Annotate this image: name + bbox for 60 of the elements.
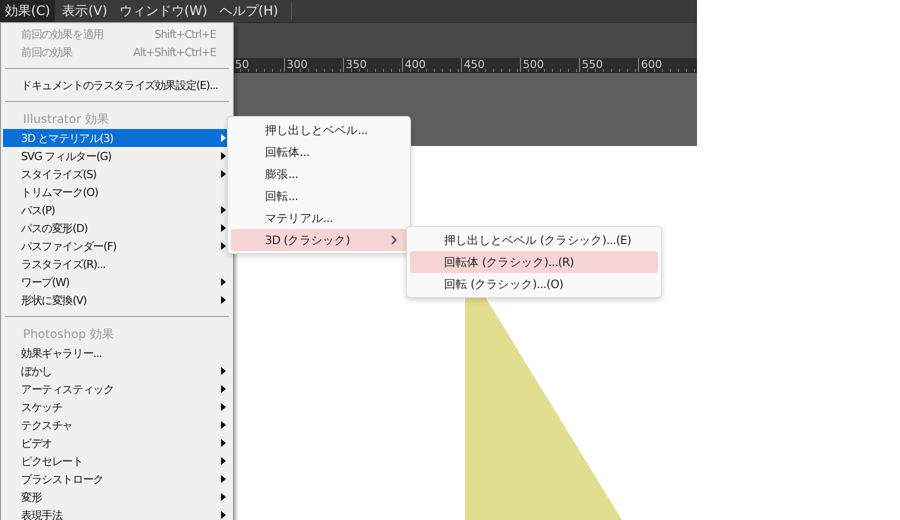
menu-bar-item[interactable]: 効果(C) [0,0,56,22]
menu-item[interactable]: 押し出しとベベル... [231,119,407,141]
submenu-arrow-icon [221,278,226,286]
ruler-label: 450 [462,58,485,71]
menu-item[interactable]: 回転... [231,185,407,207]
menu-section-header: Photoshop 効果 [22,326,115,342]
menu-item[interactable]: アーティスティック [3,380,231,398]
menu-item[interactable]: SVG フィルター(G) [3,147,231,165]
menu-item[interactable]: 表現手法 [3,506,231,520]
menu-item[interactable]: 押し出しとベベル (クラシック)...(E) [410,229,658,251]
menu-item[interactable]: スケッチ [3,398,231,416]
menu-item[interactable]: ピクセレート [3,452,231,470]
menu-item[interactable]: マテリアル... [231,207,407,229]
menu-item[interactable]: 回転 (クラシック)...(O) [410,273,658,295]
ruler-label: 550 [580,58,603,71]
menu-item[interactable]: 膨張... [231,163,407,185]
submenu-arrow-icon [221,170,226,178]
ruler-label: 350 [344,58,367,71]
menu-item[interactable]: 変形 [3,488,231,506]
menu-item[interactable]: ブラシストローク [3,470,231,488]
chevron-right-icon [391,235,397,245]
menu-item[interactable]: ラスタライズ(R)... [3,255,231,273]
submenu-arrow-icon [221,367,226,375]
submenu-arrow-icon [221,421,226,429]
ruler-label: 400 [404,58,426,71]
menu-item[interactable]: 回転体 (クラシック)...(R) [410,251,658,273]
menu-item[interactable]: 形状に変換(V) [3,291,231,309]
menu-bar-item[interactable]: ヘルプ(H) [214,0,284,22]
submenu-arrow-icon [221,296,226,304]
submenu-arrow-icon [221,152,226,160]
menu-item[interactable]: 効果ギャラリー... [3,344,231,362]
menu-item[interactable]: ワープ(W) [3,273,231,291]
menu-item[interactable]: スタイライズ(S) [3,165,231,183]
menu-item[interactable]: 3D (クラシック) [231,229,407,251]
menu-item[interactable]: テクスチャ [3,416,231,434]
menu-item[interactable]: ビデオ [3,434,231,452]
menu-item[interactable]: トリムマーク(O) [3,183,231,201]
menu-section-header: Illustrator 効果 [22,110,110,128]
menu-item[interactable]: ぼかし [3,362,231,380]
menu-item[interactable]: パスの変形(D) [3,219,231,237]
submenu-arrow-icon [221,242,226,250]
menu-bar-item[interactable]: 表示(V) [57,0,112,22]
submenu-arrow-icon [221,403,226,411]
submenu-arrow-icon [221,385,226,393]
submenu-arrow-icon [221,224,226,232]
ruler-label: 50 [234,58,249,71]
menu-item[interactable]: パス(P) [3,201,231,219]
ruler-label: 500 [522,58,544,71]
ruler-label: 600 [640,58,662,71]
menu-bar-item[interactable]: ウィンドウ(W) [114,0,212,22]
menu-item[interactable]: ドキュメントのラスタライズ効果設定(E)... [3,76,231,94]
menu-item[interactable]: パスファインダー(F) [3,237,231,255]
submenu-arrow-icon [221,457,226,465]
submenu-arrow-icon [221,206,226,214]
submenu-arrow-icon [221,475,226,483]
submenu-arrow-icon [221,511,226,519]
submenu-arrow-icon [221,439,226,447]
ruler-label: 300 [286,58,308,71]
menu-item[interactable]: 回転体... [231,141,407,163]
submenu-arrow-icon [221,493,226,501]
